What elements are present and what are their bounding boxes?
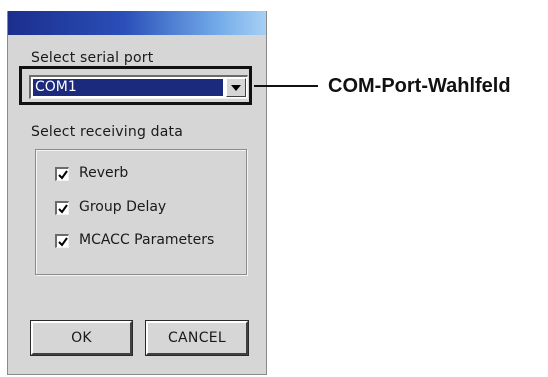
chevron-down-icon [231,85,241,91]
settings-dialog: Select serial port COM1 Select receiving… [7,11,267,375]
com-port-selected-value[interactable]: COM1 [33,79,223,96]
reverb-label: Reverb [79,165,129,181]
reverb-checkbox[interactable] [55,167,69,181]
group-delay-label: Group Delay [79,199,167,215]
mcacc-parameters-checkbox[interactable] [55,234,69,248]
ok-button[interactable]: OK [30,320,133,356]
cancel-button[interactable]: CANCEL [145,320,249,356]
callout-label: COM-Port-Wahlfeld [328,75,511,97]
receiving-data-label: Select receiving data [31,124,184,140]
dropdown-button[interactable] [226,78,246,97]
group-delay-checkbox[interactable] [55,201,69,215]
callout-line [254,85,318,87]
checkmark-icon [58,237,68,247]
mcacc-parameters-label: MCACC Parameters [79,232,215,248]
serial-port-label: Select serial port [31,50,154,66]
checkmark-icon [58,204,68,214]
checkmark-icon [58,170,68,180]
title-bar[interactable] [8,11,266,35]
com-port-select[interactable]: COM1 [29,75,248,99]
